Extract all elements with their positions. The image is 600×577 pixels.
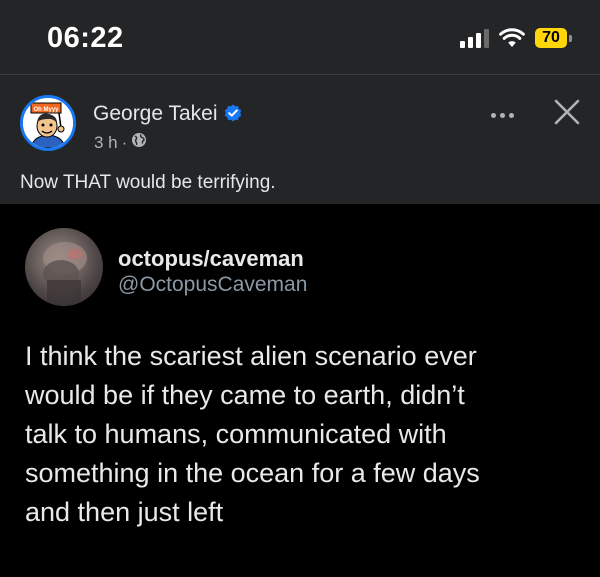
avatar-badge-text: Oh Myyy <box>33 107 59 113</box>
globe-icon <box>131 132 147 153</box>
battery-icon: 70 <box>535 28 567 48</box>
tweet-display-name: octopus/caveman <box>118 246 304 271</box>
post-caption: Now THAT would be terrifying. <box>20 172 276 193</box>
status-time: 06:22 <box>47 22 124 54</box>
more-options-icon <box>490 112 496 118</box>
embedded-tweet-image[interactable]: octopus/caveman @OctopusCaveman I think … <box>0 204 600 577</box>
tweet-text-line: would be if they came to earth, didn’t <box>25 380 465 410</box>
battery-tip <box>569 34 572 42</box>
verified-badge-icon <box>224 104 242 127</box>
post-meta: 3 h · <box>94 132 147 153</box>
cellular-signal-icon <box>460 28 489 48</box>
tweet-handle: @OctopusCaveman <box>118 273 308 296</box>
tweet-text-line: something in the ocean for a few days <box>25 458 480 488</box>
author-avatar-illustration: Oh Myyy <box>23 98 73 148</box>
battery-level: 70 <box>542 29 560 46</box>
post-time[interactable]: 3 h <box>94 133 118 153</box>
wifi-icon <box>499 28 525 48</box>
tweet-text-line: I think the scariest alien scenario ever <box>25 341 477 371</box>
close-button[interactable] <box>552 97 582 127</box>
close-icon <box>554 99 580 125</box>
more-options-button[interactable] <box>484 103 520 127</box>
tweet-text-line: and then just left <box>25 497 224 527</box>
screen: 06:22 70 Oh Myyy George Takei 3 h · Now … <box>0 0 600 577</box>
status-bar: 06:22 70 <box>0 0 600 74</box>
tweet-text: I think the scariest alien scenario ever… <box>25 337 585 532</box>
tweet-author-avatar <box>25 228 103 306</box>
post-header: Oh Myyy George Takei 3 h · Now THAT woul… <box>0 74 600 205</box>
status-icons: 70 <box>460 24 572 52</box>
meta-separator: · <box>121 132 128 152</box>
author-name[interactable]: George Takei <box>93 102 218 126</box>
tweet-text-line: talk to humans, communicated with <box>25 419 447 449</box>
author-avatar[interactable]: Oh Myyy <box>20 95 76 151</box>
